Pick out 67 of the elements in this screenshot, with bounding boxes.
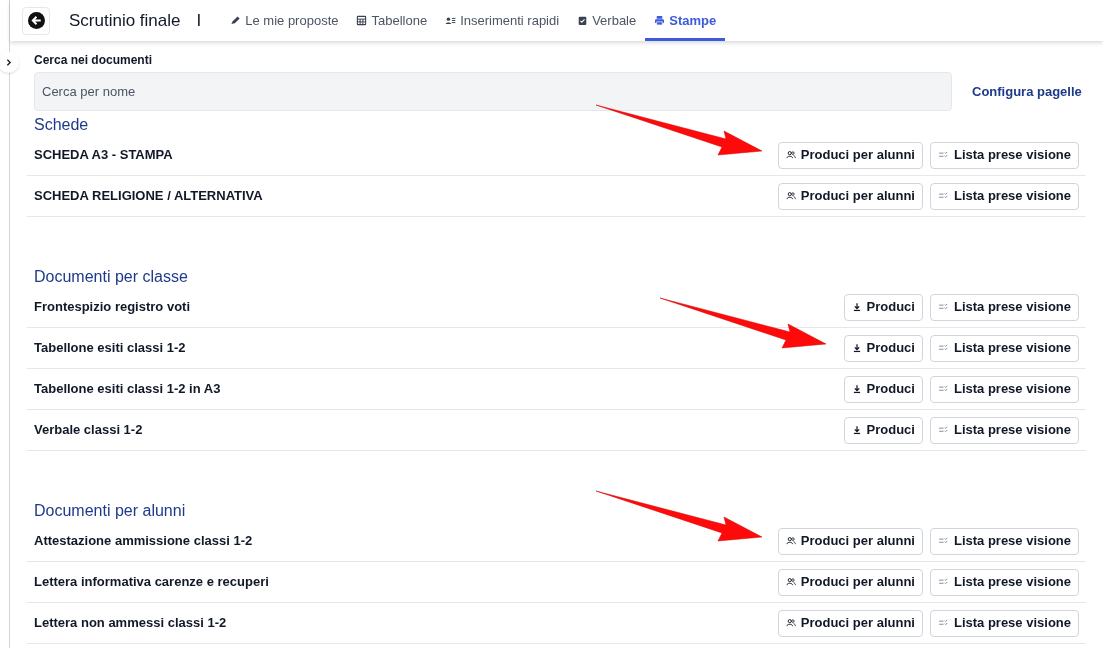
list-button[interactable]: Lista prese visione bbox=[929, 527, 1079, 555]
tab[interactable]: Inserimenti rapidi bbox=[436, 0, 569, 41]
document-name: Tabellone esiti classi 1-2 in A3 bbox=[34, 380, 222, 399]
configure-link[interactable]: Configura pagelle bbox=[972, 81, 1082, 102]
list-button[interactable]: Lista prese visione bbox=[929, 375, 1079, 403]
produce-button[interactable]: Produci bbox=[843, 416, 923, 444]
list-button[interactable]: Lista prese visione bbox=[929, 293, 1079, 321]
section-title: Documenti per alunni bbox=[33, 501, 187, 521]
document-name: Frontespizio registro voti bbox=[34, 298, 191, 317]
people-icon bbox=[785, 191, 796, 201]
list-button[interactable]: Lista prese visione bbox=[929, 141, 1079, 169]
expand-button[interactable] bbox=[0, 52, 19, 73]
printer-icon bbox=[654, 15, 666, 26]
checklist-icon bbox=[937, 577, 949, 587]
clipboard-check-icon bbox=[577, 15, 589, 26]
list-button[interactable]: Lista prese visione bbox=[929, 182, 1079, 210]
checklist-icon bbox=[937, 425, 949, 435]
people-icon bbox=[785, 577, 796, 587]
download-icon bbox=[851, 343, 862, 353]
checklist-icon bbox=[937, 536, 949, 546]
checklist-icon bbox=[937, 150, 949, 160]
document-name: SCHEDA A3 - STAMPA bbox=[34, 146, 174, 165]
tab[interactable]: Tabellone bbox=[347, 0, 437, 41]
tab[interactable]: Le mie proposte bbox=[221, 0, 348, 41]
checklist-icon bbox=[937, 191, 949, 201]
list-button[interactable]: Lista prese visione bbox=[929, 416, 1079, 444]
people-icon bbox=[785, 536, 796, 546]
download-icon bbox=[851, 302, 862, 312]
tab[interactable]: Stampe bbox=[645, 0, 726, 41]
user-list-icon bbox=[445, 15, 457, 26]
people-icon bbox=[785, 618, 796, 628]
list-button[interactable]: Lista prese visione bbox=[929, 334, 1079, 362]
title-suffix: I bbox=[196, 9, 202, 32]
back-button[interactable] bbox=[22, 6, 50, 35]
download-icon bbox=[851, 425, 862, 435]
checklist-icon bbox=[937, 618, 949, 628]
people-icon bbox=[785, 150, 796, 160]
checklist-icon bbox=[937, 384, 949, 394]
produce-button[interactable]: Produci bbox=[843, 375, 923, 403]
produce-button[interactable]: Produci per alunni bbox=[777, 527, 923, 555]
document-name: Lettera informativa carenze e recuperi bbox=[34, 573, 270, 592]
chevron-right-icon bbox=[4, 58, 13, 67]
section-title: Schede bbox=[33, 115, 90, 135]
list-button[interactable]: Lista prese visione bbox=[929, 609, 1079, 637]
document-name: Lettera non ammessi classi 1-2 bbox=[34, 614, 228, 633]
search-label: Cerca nei documenti bbox=[34, 53, 154, 67]
document-name: Verbale classi 1-2 bbox=[34, 421, 144, 440]
document-name: Attestazione ammissione classi 1-2 bbox=[34, 532, 254, 551]
calculator-icon bbox=[356, 15, 368, 26]
checklist-icon bbox=[937, 302, 949, 312]
produce-button[interactable]: Produci per alunni bbox=[777, 609, 923, 637]
back-arrow-icon bbox=[27, 12, 45, 29]
document-name: SCHEDA RELIGIONE / ALTERNATIVA bbox=[34, 187, 264, 206]
checklist-icon bbox=[937, 343, 949, 353]
download-icon bbox=[851, 384, 862, 394]
document-name: Tabellone esiti classi 1-2 bbox=[34, 339, 187, 358]
produce-button[interactable]: Produci per alunni bbox=[777, 568, 923, 596]
produce-button[interactable]: Produci per alunni bbox=[777, 141, 923, 169]
pen-icon bbox=[230, 15, 242, 26]
produce-button[interactable]: Produci bbox=[843, 334, 923, 362]
section-title: Documenti per classe bbox=[33, 267, 189, 287]
produce-button[interactable]: Produci per alunni bbox=[777, 182, 923, 210]
produce-button[interactable]: Produci bbox=[843, 293, 923, 321]
tab[interactable]: Verbale bbox=[568, 0, 646, 41]
page-title: Scrutinio finale bbox=[69, 9, 181, 32]
list-button[interactable]: Lista prese visione bbox=[929, 568, 1079, 596]
search-field[interactable]: Cerca per nome bbox=[34, 72, 952, 111]
